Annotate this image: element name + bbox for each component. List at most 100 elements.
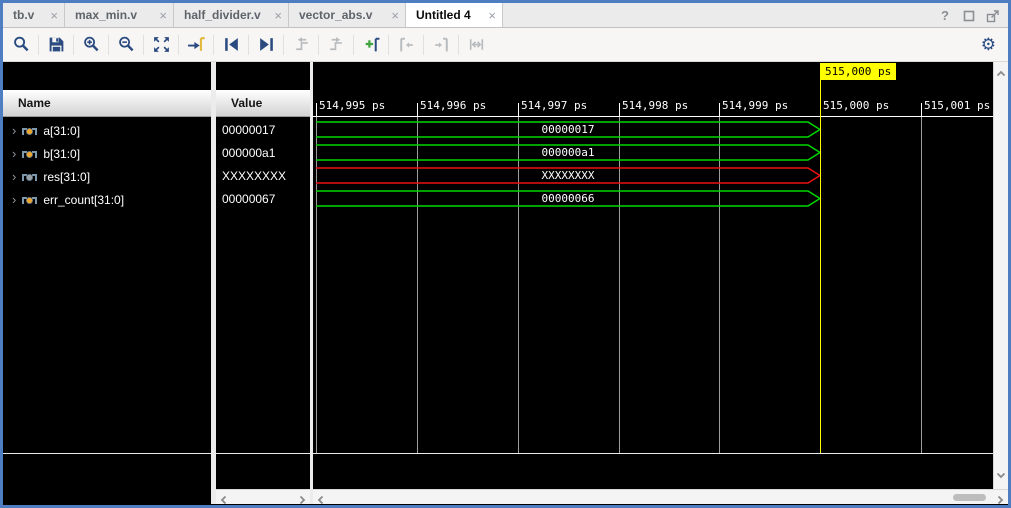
toolbar-separator	[283, 35, 284, 55]
zoom-fit-button[interactable]	[147, 32, 175, 58]
scroll-down-icon[interactable]	[996, 467, 1006, 485]
value-header-label: Value	[231, 96, 262, 110]
name-panel-bottom-line	[3, 453, 211, 454]
toolbar-separator	[143, 35, 144, 55]
tab-close-icon[interactable]: ×	[391, 8, 399, 23]
time-tick-mark	[921, 103, 922, 116]
signal-name: b[31:0]	[43, 147, 80, 161]
time-tick-mark	[619, 103, 620, 116]
bus-signal-icon	[22, 125, 37, 137]
signal-row-a[31:0][interactable]: › a[31:0]	[3, 119, 211, 142]
bus-signal-icon	[22, 171, 37, 183]
find-button[interactable]	[7, 32, 35, 58]
toolbar-separator	[178, 35, 179, 55]
wave-horizontal-scrollbar[interactable]	[313, 489, 1008, 504]
go-to-time-0-button[interactable]	[217, 32, 245, 58]
signal-name: a[31:0]	[43, 124, 80, 138]
time-tick-mark	[518, 103, 519, 116]
toolbar-separator	[353, 35, 354, 55]
expand-chevron-icon[interactable]: ›	[12, 192, 16, 207]
signal-value: 00000017	[216, 119, 310, 142]
toolbar-separator	[38, 35, 39, 55]
next-transition-button	[322, 32, 350, 58]
tab-label: max_min.v	[75, 8, 153, 22]
settings-gear-icon[interactable]: ⚙	[981, 32, 996, 58]
time-tick-mark	[417, 103, 418, 116]
tab-label: half_divider.v	[184, 8, 268, 22]
tab-close-icon[interactable]: ×	[159, 8, 167, 23]
tab-tb-v[interactable]: tb.v ×	[3, 3, 65, 27]
tab-label: Untitled 4	[416, 8, 482, 22]
wave-bus-value: 000000a1	[316, 146, 820, 159]
cursor-line[interactable]	[820, 80, 821, 453]
name-column-header[interactable]: Name	[3, 90, 211, 117]
tab-close-icon[interactable]: ×	[50, 8, 58, 23]
scroll-left-icon[interactable]	[316, 492, 326, 508]
bus-signal-icon	[22, 194, 37, 206]
wave-bus-value: 00000066	[316, 192, 820, 205]
toolbar-separator	[248, 35, 249, 55]
tab-vector-abs-v[interactable]: vector_abs.v ×	[289, 3, 406, 27]
time-tick-mark	[316, 103, 317, 116]
window-controls: ?	[938, 3, 1000, 28]
zoom-in-button[interactable]	[77, 32, 105, 58]
tab-half-divider-v[interactable]: half_divider.v ×	[174, 3, 289, 27]
time-tick-label: 515,000 ps	[823, 99, 889, 112]
scroll-up-icon[interactable]	[996, 66, 1006, 84]
time-tick-label: 515,001 ps	[924, 99, 990, 112]
swap-cursors-button	[462, 32, 490, 58]
add-marker-button[interactable]	[357, 32, 385, 58]
cursor-time-flag[interactable]: 515,000 ps	[820, 63, 896, 80]
value-horizontal-scrollbar[interactable]	[216, 489, 310, 504]
wave-viewer-main: Name › a[31:0] › b[31:0] › res[31:0] › err_coun…	[3, 62, 1008, 504]
name-panel-top-strip	[3, 62, 211, 90]
signal-row-res[31:0][interactable]: › res[31:0]	[3, 165, 211, 188]
float-window-icon[interactable]	[986, 9, 1000, 23]
toolbar-separator	[213, 35, 214, 55]
signal-name: err_count[31:0]	[43, 193, 124, 207]
waveform-canvas[interactable]: 515,000 ps 514,995 ps514,996 ps514,997 p…	[313, 62, 993, 504]
signal-value: 00000067	[216, 188, 310, 211]
zoom-out-button[interactable]	[112, 32, 140, 58]
vertical-scrollbar[interactable]	[993, 62, 1008, 489]
signal-row-err_count[31:0][interactable]: › err_count[31:0]	[3, 188, 211, 211]
tab-close-icon[interactable]: ×	[488, 8, 496, 23]
help-icon[interactable]: ?	[938, 9, 952, 23]
time-axis-line	[313, 116, 993, 117]
save-wave-config-button[interactable]	[42, 32, 70, 58]
toolbar-separator	[388, 35, 389, 55]
go-to-last-time-button[interactable]	[252, 32, 280, 58]
tab-list: tb.v×max_min.v×half_divider.v×vector_abs…	[3, 3, 1008, 27]
tab-label: tb.v	[13, 8, 44, 22]
maximize-icon[interactable]	[962, 9, 976, 23]
scroll-left-icon[interactable]	[219, 492, 229, 508]
previous-marker-button	[392, 32, 420, 58]
bus-signal-icon	[22, 148, 37, 160]
wave-bus-value: 00000017	[316, 123, 820, 136]
zoom-to-cursor-button[interactable]	[182, 32, 210, 58]
expand-chevron-icon[interactable]: ›	[12, 169, 16, 184]
tab-label: vector_abs.v	[299, 8, 385, 22]
next-marker-button	[427, 32, 455, 58]
scroll-right-icon[interactable]	[995, 492, 1005, 508]
value-column-header[interactable]: Value	[216, 90, 310, 117]
wave-toolbar	[3, 28, 1008, 62]
expand-chevron-icon[interactable]: ›	[12, 146, 16, 161]
time-tick-label: 514,998 ps	[622, 99, 688, 112]
toolbar-separator	[423, 35, 424, 55]
signal-value-panel: Value 00000017000000a1XXXXXXXX00000067	[216, 62, 310, 504]
scroll-right-icon[interactable]	[297, 492, 307, 508]
signal-name: res[31:0]	[43, 170, 90, 184]
toolbar-separator	[108, 35, 109, 55]
tab-untitled-4[interactable]: Untitled 4 ×	[406, 3, 503, 27]
value-panel-bottom-line	[216, 453, 310, 454]
editor-tab-bar: tb.v×max_min.v×half_divider.v×vector_abs…	[3, 3, 1008, 28]
signal-name-panel: Name › a[31:0] › b[31:0] › res[31:0] › err_coun…	[3, 62, 211, 504]
signal-value: XXXXXXXX	[216, 165, 310, 188]
tab-max-min-v[interactable]: max_min.v ×	[65, 3, 174, 27]
tab-close-icon[interactable]: ×	[274, 8, 282, 23]
wave-scroll-thumb[interactable]	[953, 494, 986, 501]
signal-row-b[31:0][interactable]: › b[31:0]	[3, 142, 211, 165]
wave-gridline	[921, 117, 922, 453]
expand-chevron-icon[interactable]: ›	[12, 123, 16, 138]
